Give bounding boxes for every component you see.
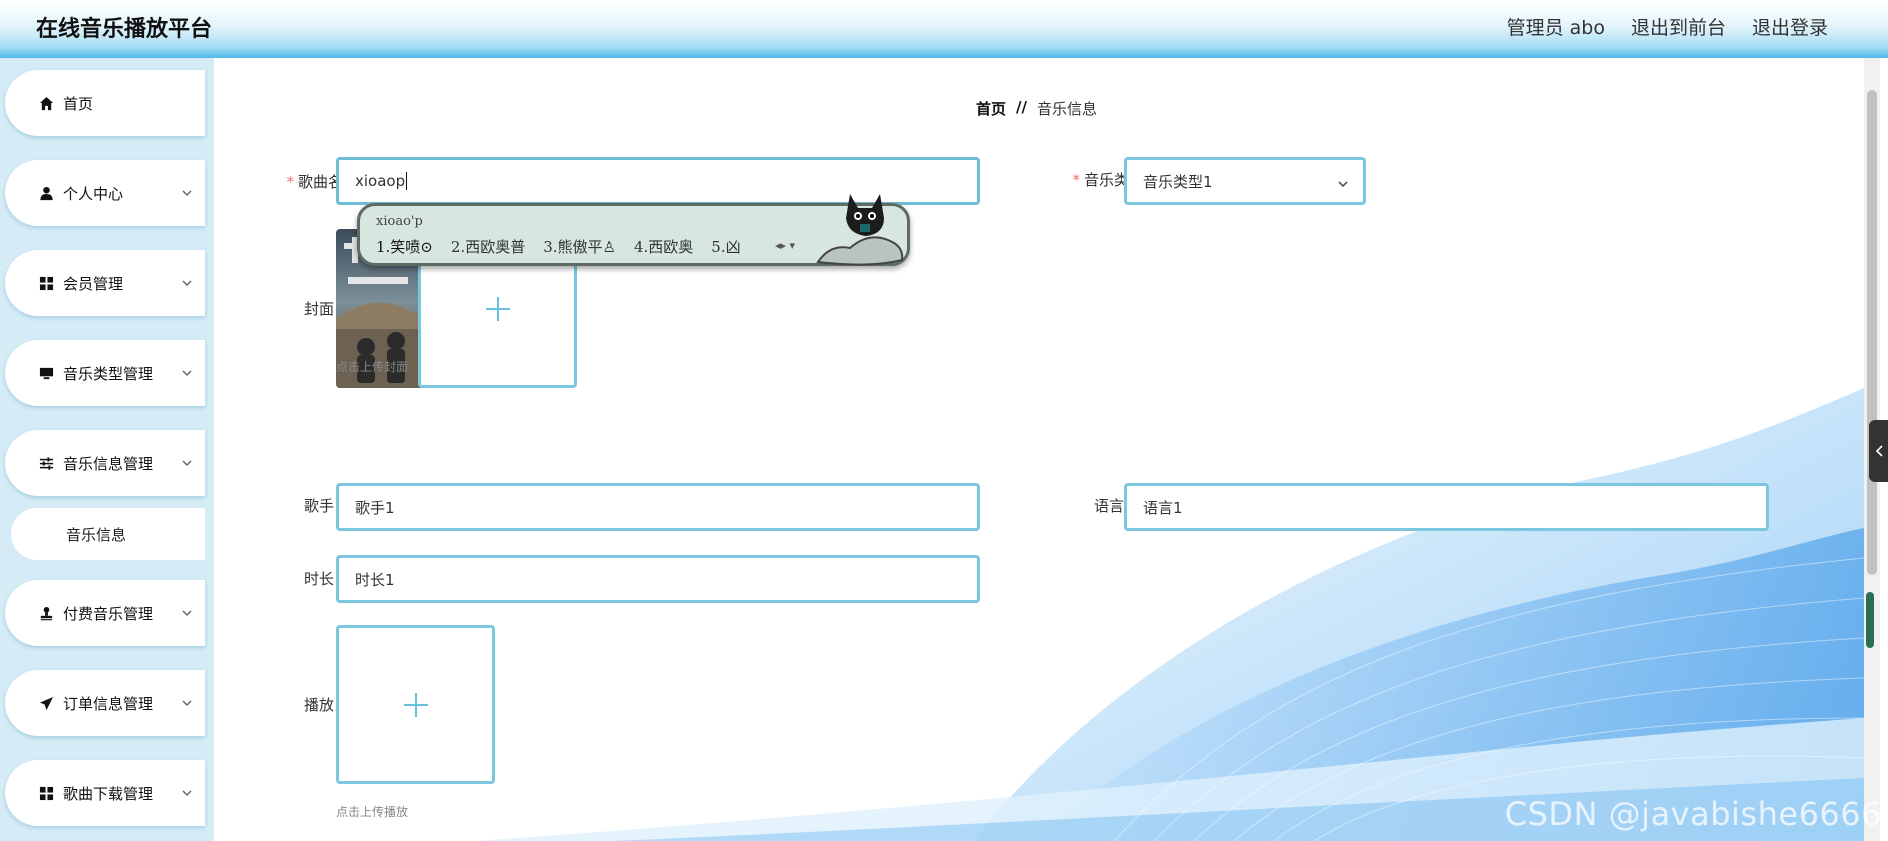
singer-input[interactable]: 歌手1 (336, 483, 980, 531)
ime-candidate[interactable]: 4.西欧奥 (634, 236, 693, 257)
ime-page-arrows-icon[interactable]: ◂▸ ▾ (775, 239, 795, 252)
singer-label: 歌手 (303, 497, 334, 515)
sliders-icon (37, 455, 55, 471)
sidebar-item-label: 会员管理 (63, 274, 124, 293)
grid-icon (37, 275, 55, 291)
chevron-down-icon (181, 787, 193, 799)
cover-label: 封面 (303, 300, 334, 318)
cat-mascot-icon (816, 194, 904, 266)
chevron-down-icon (181, 367, 193, 379)
header-links: 管理员 abo 退出到前台 退出登录 (1507, 13, 1828, 40)
song-name-value: xioaop (355, 172, 406, 190)
ime-candidate[interactable]: 5.凶 (711, 236, 740, 257)
sidebar-item-label: 歌曲下载管理 (63, 784, 154, 803)
cover-upload-tip: 点击上传封面 (336, 360, 409, 374)
breadcrumb-separator: // (1016, 98, 1027, 116)
sidebar-item-label: 订单信息管理 (63, 694, 154, 713)
chevron-down-icon (181, 277, 193, 289)
side-collapse-tab[interactable] (1869, 420, 1888, 482)
sidebar-item-label: 付费音乐管理 (63, 604, 154, 623)
chevron-down-icon (181, 607, 193, 619)
sidebar-item-home[interactable]: 首页 (5, 70, 205, 136)
sidebar: 首页 个人中心 会员管理 音乐类型管理 音乐信息管理 音乐信息 付费音乐管理 订… (0, 58, 214, 841)
ime-candidates: 1.笑喷⊙ 2.西欧奥普 3.熊傲平♙ 4.西欧奥 5.凶 (376, 236, 741, 257)
plus-icon (483, 294, 513, 324)
language-value: 语言1 (1143, 498, 1183, 517)
text-cursor (406, 172, 408, 190)
music-type-value: 音乐类型1 (1143, 172, 1213, 191)
admin-user-link[interactable]: 管理员 abo (1507, 13, 1605, 40)
music-type-select[interactable]: 音乐类型1 (1124, 157, 1366, 205)
breadcrumb-home[interactable]: 首页 (976, 98, 1006, 119)
chevron-down-icon (181, 457, 193, 469)
stamp-icon (37, 605, 55, 621)
chevron-down-icon (181, 187, 193, 199)
sidebar-item-personal-center[interactable]: 个人中心 (5, 160, 205, 226)
sidebar-item-member-management[interactable]: 会员管理 (5, 250, 205, 316)
sidebar-item-download-management[interactable]: 歌曲下载管理 (5, 760, 205, 826)
ime-candidate[interactable]: 3.熊傲平♙ (543, 236, 616, 257)
sidebar-item-label: 音乐类型管理 (63, 364, 154, 383)
app-title: 在线音乐播放平台 (36, 17, 213, 42)
main-content: 首页 // 音乐信息 *歌曲名称 xioaop *音乐类型 音乐类型1 封面 (214, 58, 1864, 841)
breadcrumb: 首页 // 音乐信息 (976, 98, 1097, 119)
send-icon (37, 695, 55, 711)
grid-icon (37, 785, 55, 801)
user-icon (37, 185, 55, 201)
logout-link[interactable]: 退出登录 (1752, 13, 1828, 40)
scrollbar-thumb[interactable] (1867, 90, 1877, 575)
duration-input[interactable]: 时长1 (336, 555, 980, 603)
watermark: CSDN @javabishe6666 (1504, 795, 1882, 833)
home-icon (37, 95, 55, 111)
ime-candidate-window[interactable]: xioao'p 1.笑喷⊙ 2.西欧奥普 3.熊傲平♙ 4.西欧奥 5.凶 ◂▸… (357, 194, 910, 266)
language-input[interactable]: 语言1 (1124, 483, 1769, 531)
duration-label: 时长 (303, 570, 334, 588)
sidebar-item-order-management[interactable]: 订单信息管理 (5, 670, 205, 736)
side-scroll-indicator (1866, 592, 1874, 648)
chevron-down-icon (181, 697, 193, 709)
chevron-down-icon (1337, 176, 1349, 188)
play-upload-button[interactable] (336, 625, 495, 784)
back-to-frontend-link[interactable]: 退出到前台 (1631, 13, 1726, 40)
singer-value: 歌手1 (355, 498, 395, 517)
monitor-icon (37, 365, 55, 381)
plus-icon (401, 690, 431, 720)
language-label: 语言 (1093, 497, 1124, 515)
sidebar-subitem-music-info[interactable]: 音乐信息 (11, 508, 205, 560)
ime-composition: xioao'p (376, 214, 423, 229)
ime-candidate[interactable]: 2.西欧奥普 (451, 236, 525, 257)
sidebar-item-music-type-management[interactable]: 音乐类型管理 (5, 340, 205, 406)
sidebar-item-paid-music-management[interactable]: 付费音乐管理 (5, 580, 205, 646)
ime-candidate[interactable]: 1.笑喷⊙ (376, 236, 433, 257)
duration-value: 时长1 (355, 570, 395, 589)
breadcrumb-current: 音乐信息 (1036, 100, 1097, 118)
chevron-left-icon (1875, 445, 1883, 457)
sidebar-item-label: 个人中心 (63, 184, 124, 203)
sidebar-item-label: 首页 (63, 94, 94, 113)
play-upload-tip: 点击上传播放 (336, 805, 409, 819)
play-label: 播放 (303, 696, 334, 714)
top-header: 在线音乐播放平台 管理员 abo 退出到前台 退出登录 (0, 0, 1888, 58)
sidebar-item-label: 音乐信息管理 (63, 454, 154, 473)
sidebar-item-music-info-management[interactable]: 音乐信息管理 (5, 430, 205, 496)
